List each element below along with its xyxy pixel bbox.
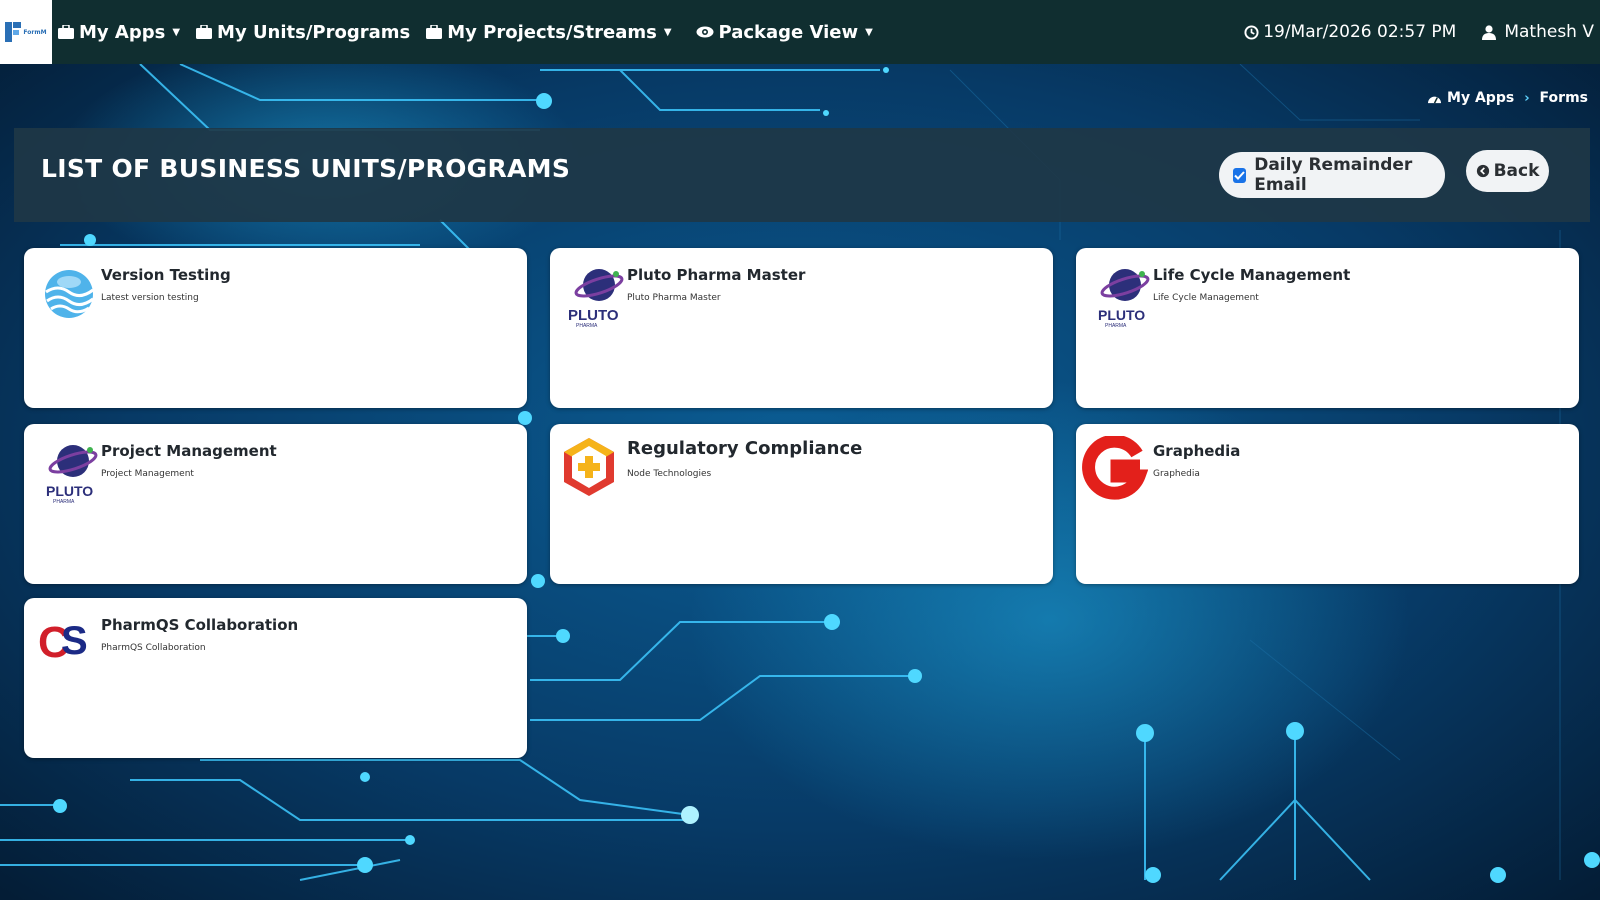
top-navbar: FormM My Apps ▼ My Units/Programs My Pro… (0, 0, 1600, 64)
user-menu[interactable]: Mathesh V (1482, 22, 1594, 42)
svg-text:PLUTO: PLUTO (568, 307, 619, 324)
graphedia-g-logo-icon (1082, 436, 1148, 500)
program-card-pluto-pharma-master[interactable]: PLUTO PHARMA Pluto Pharma Master Pluto P… (550, 248, 1053, 408)
clock-icon (1244, 24, 1259, 40)
program-card-pharmqs-collaboration[interactable]: C S PharmQS Collaboration PharmQS Collab… (24, 598, 527, 758)
svg-text:PHARMA: PHARMA (53, 499, 75, 504)
hexagon-plus-logo-icon (564, 438, 614, 496)
app-logo[interactable]: FormM (0, 0, 52, 64)
header-panel: LIST OF BUSINESS UNITS/PROGRAMS Daily Re… (14, 128, 1590, 222)
nav-my-units-programs[interactable]: My Units/Programs (196, 22, 410, 43)
card-subtitle: Project Management (101, 469, 194, 479)
datetime-text: 19/Mar/2026 02:57 PM (1263, 22, 1457, 42)
nav-my-apps-label: My Apps (79, 21, 166, 43)
nav-my-apps[interactable]: My Apps ▼ (58, 22, 180, 43)
back-button-label: Back (1493, 161, 1540, 181)
qs-logo-icon: C S (38, 618, 88, 667)
card-title: Regulatory Compliance (627, 438, 863, 459)
chevron-right-icon: › (1524, 90, 1530, 106)
datetime-display: 19/Mar/2026 02:57 PM (1244, 22, 1456, 42)
pluto-pharma-logo-icon: PLUTO PHARMA (1098, 269, 1150, 328)
daily-reminder-email-label: Daily Remainder Email (1254, 155, 1413, 195)
program-card-life-cycle-management[interactable]: PLUTO PHARMA Life Cycle Management Life … (1076, 248, 1579, 408)
breadcrumb: My Apps › Forms (1427, 90, 1588, 106)
logo-icon (5, 22, 22, 42)
program-card-graphedia[interactable]: Graphedia Graphedia (1076, 424, 1579, 584)
program-card-version-testing[interactable]: Version Testing Latest version testing (24, 248, 527, 408)
nav-right-group: 19/Mar/2026 02:57 PM Mathesh V (1244, 0, 1594, 64)
eye-icon (696, 26, 714, 38)
card-title: Project Management (101, 442, 277, 460)
card-subtitle: Latest version testing (101, 293, 199, 303)
svg-text:PHARMA: PHARMA (576, 323, 598, 328)
briefcase-icon (58, 25, 74, 39)
chevron-down-icon: ▼ (865, 26, 873, 38)
pluto-pharma-logo-icon: PLUTO PHARMA (568, 269, 624, 328)
nav-my-projects-streams-label: My Projects/Streams (447, 21, 657, 43)
briefcase-icon (426, 25, 443, 39)
checkbox-checked[interactable] (1233, 167, 1247, 183)
nav-package-view-label: Package View (718, 21, 859, 43)
chevron-down-icon: ▼ (172, 26, 181, 38)
back-button[interactable]: Back (1466, 150, 1549, 192)
program-card-regulatory-compliance[interactable]: Regulatory Compliance Node Technologies (550, 424, 1053, 584)
card-title: Version Testing (101, 266, 231, 284)
card-subtitle: Node Technologies (627, 469, 712, 479)
svg-text:PHARMA: PHARMA (1105, 323, 1127, 328)
svg-text:PLUTO: PLUTO (1098, 307, 1145, 323)
nav-my-units-programs-label: My Units/Programs (217, 21, 411, 43)
card-title: Pluto Pharma Master (627, 266, 806, 284)
nav-package-view[interactable]: Package View ▼ (696, 22, 873, 43)
card-subtitle: PharmQS Collaboration (101, 643, 206, 653)
nav-my-projects-streams[interactable]: My Projects/Streams ▼ (426, 21, 672, 43)
card-title: Life Cycle Management (1153, 266, 1351, 284)
user-name: Mathesh V (1504, 22, 1594, 42)
svg-text:PLUTO: PLUTO (46, 483, 93, 499)
user-icon (1482, 24, 1497, 40)
pluto-pharma-logo-icon: PLUTO PHARMA (46, 445, 98, 504)
card-title: Graphedia (1153, 442, 1241, 460)
checkmark-icon (1234, 170, 1245, 180)
breadcrumb-current: Forms (1539, 90, 1588, 106)
breadcrumb-home[interactable]: My Apps (1447, 90, 1514, 106)
card-subtitle: Graphedia (1153, 469, 1200, 479)
chevron-down-icon: ▼ (663, 26, 672, 38)
dashboard-icon (1428, 96, 1442, 103)
card-title: PharmQS Collaboration (101, 616, 299, 634)
logo-text: FormM (23, 28, 47, 36)
card-subtitle: Pluto Pharma Master (627, 293, 721, 303)
arrow-left-circle-icon (1476, 164, 1489, 178)
svg-text:S: S (61, 619, 88, 663)
briefcase-icon (196, 25, 213, 39)
page-title: LIST OF BUSINESS UNITS/PROGRAMS (41, 154, 571, 183)
card-subtitle: Life Cycle Management (1153, 293, 1259, 303)
daily-reminder-email-toggle[interactable]: Daily Remainder Email (1219, 152, 1445, 198)
water-waves-logo-icon (45, 270, 94, 318)
program-card-project-management[interactable]: PLUTO PHARMA Project Management Project … (24, 424, 527, 584)
